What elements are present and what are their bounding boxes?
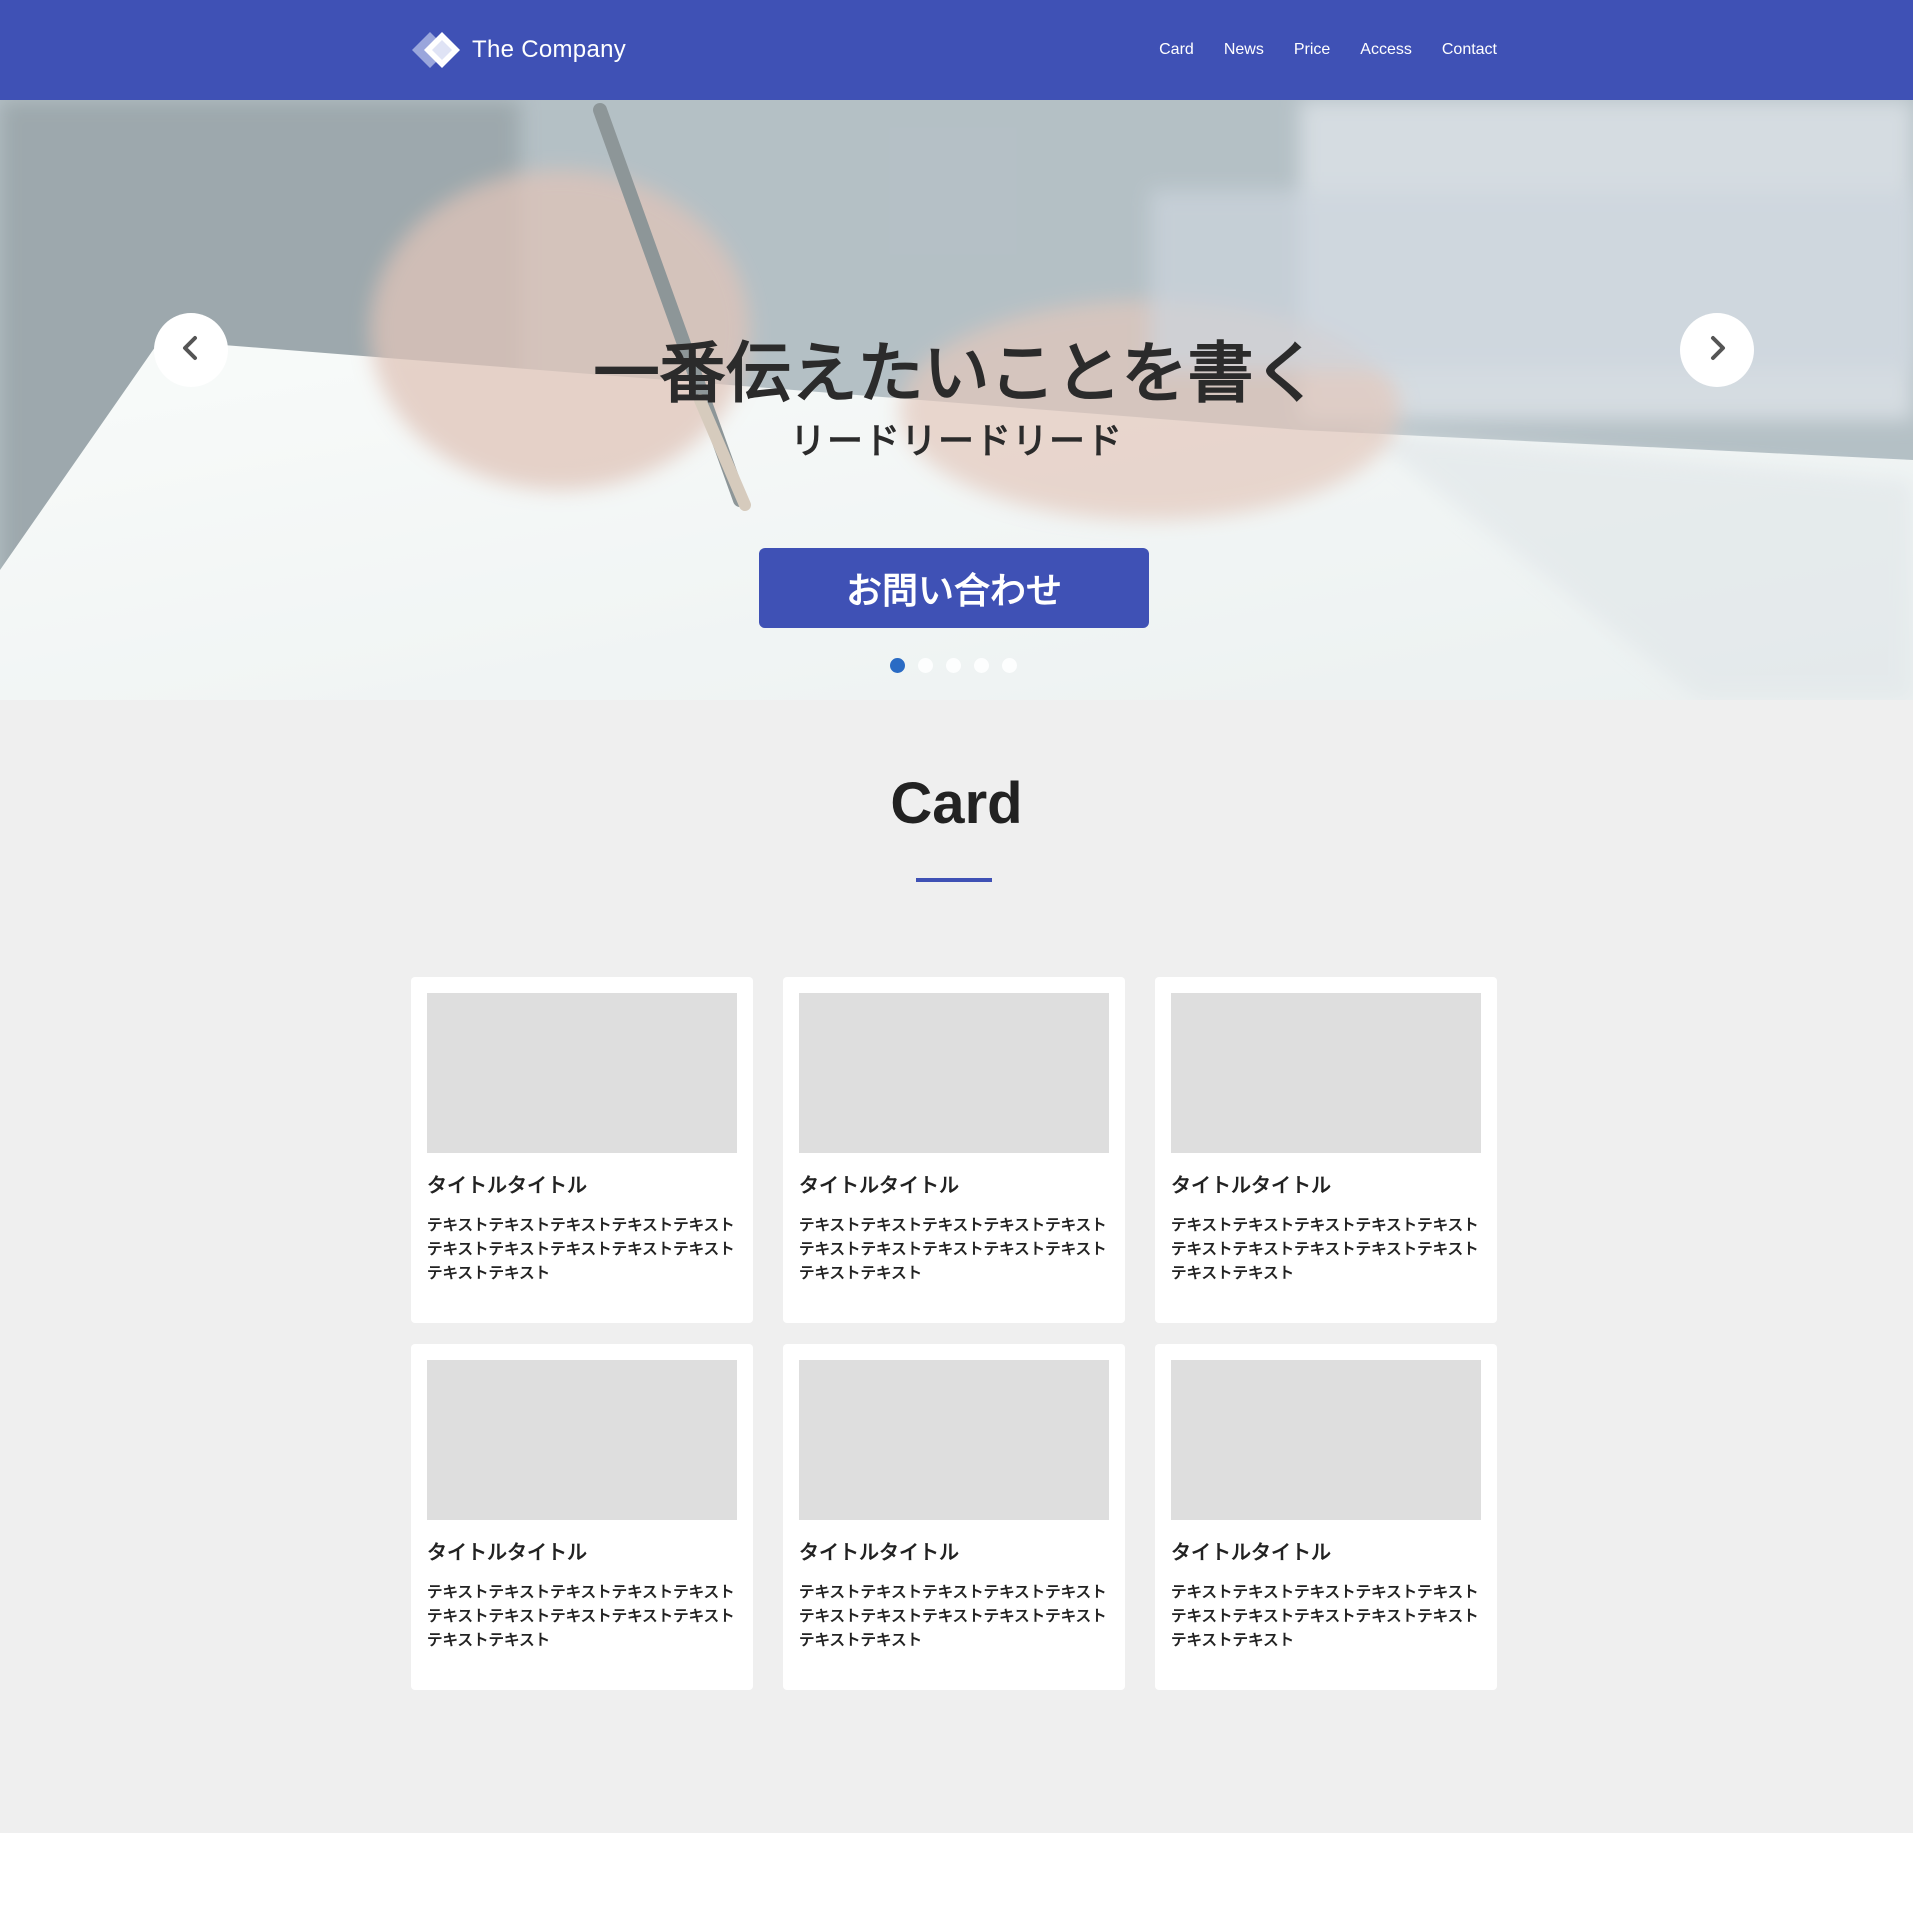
logo[interactable]: The Company bbox=[410, 28, 626, 72]
card-title: タイトルタイトル bbox=[427, 1173, 587, 1197]
card-image-placeholder bbox=[799, 1360, 1109, 1520]
card-image-placeholder bbox=[1171, 993, 1481, 1153]
card-text: テキストテキストテキストテキストテキストテキストテキストテキストテキストテキスト… bbox=[1171, 1583, 1479, 1649]
section-title: Card bbox=[890, 771, 1023, 836]
diamond-logo-icon bbox=[410, 28, 468, 72]
card-item[interactable]: タイトルタイトル テキストテキストテキストテキストテキストテキストテキストテキス… bbox=[1155, 1344, 1497, 1690]
card-image-placeholder bbox=[427, 1360, 737, 1520]
card-text: テキストテキストテキストテキストテキストテキストテキストテキストテキストテキスト… bbox=[799, 1583, 1107, 1649]
section-title-underline bbox=[916, 878, 992, 882]
hero-title: 一番伝えたいことを書く bbox=[593, 335, 1320, 412]
slider-pagination bbox=[890, 658, 1030, 673]
main-nav: Card News Price Access Contact bbox=[1129, 0, 1497, 100]
nav-news-link[interactable]: News bbox=[1224, 41, 1264, 59]
card-title: タイトルタイトル bbox=[799, 1173, 959, 1197]
nav-contact-link[interactable]: Contact bbox=[1442, 41, 1497, 59]
nav-access-link[interactable]: Access bbox=[1360, 41, 1412, 59]
slider-dot-2[interactable] bbox=[918, 658, 933, 673]
card-item[interactable]: タイトルタイトル テキストテキストテキストテキストテキストテキストテキストテキス… bbox=[783, 1344, 1125, 1690]
card-item[interactable]: タイトルタイトル テキストテキストテキストテキストテキストテキストテキストテキス… bbox=[411, 977, 753, 1323]
card-text: テキストテキストテキストテキストテキストテキストテキストテキストテキストテキスト… bbox=[427, 1216, 735, 1282]
card-item[interactable]: タイトルタイトル テキストテキストテキストテキストテキストテキストテキストテキス… bbox=[783, 977, 1125, 1323]
brand-name: The Company bbox=[472, 36, 627, 63]
nav-card-link[interactable]: Card bbox=[1159, 41, 1194, 59]
slider-dot-4[interactable] bbox=[974, 658, 989, 673]
card-image-placeholder bbox=[427, 993, 737, 1153]
site-header: The Company Card News Price Access Conta… bbox=[0, 0, 1913, 100]
card-image-placeholder bbox=[1171, 1360, 1481, 1520]
card-section: Card タイトルタイトル テキストテキストテキストテキストテキストテキストテキ… bbox=[0, 700, 1913, 1833]
slider-dot-1[interactable] bbox=[890, 658, 905, 673]
contact-cta-button[interactable]: お問い合わせ bbox=[759, 548, 1149, 628]
slider-dot-3[interactable] bbox=[946, 658, 961, 673]
card-text: テキストテキストテキストテキストテキストテキストテキストテキストテキストテキスト… bbox=[427, 1583, 735, 1649]
card-item[interactable]: タイトルタイトル テキストテキストテキストテキストテキストテキストテキストテキス… bbox=[1155, 977, 1497, 1323]
card-item[interactable]: タイトルタイトル テキストテキストテキストテキストテキストテキストテキストテキス… bbox=[411, 1344, 753, 1690]
card-text: テキストテキストテキストテキストテキストテキストテキストテキストテキストテキスト… bbox=[1171, 1216, 1479, 1282]
hero-slider: 一番伝えたいことを書く リードリードリード お問い合わせ bbox=[0, 100, 1913, 700]
card-text: テキストテキストテキストテキストテキストテキストテキストテキストテキストテキスト… bbox=[799, 1216, 1107, 1282]
hero-lead: リードリードリード bbox=[789, 421, 1123, 462]
card-image-placeholder bbox=[799, 993, 1109, 1153]
card-title: タイトルタイトル bbox=[427, 1540, 587, 1564]
card-title: タイトルタイトル bbox=[1171, 1173, 1331, 1197]
nav-price-link[interactable]: Price bbox=[1294, 41, 1330, 59]
card-title: タイトルタイトル bbox=[799, 1540, 959, 1564]
card-title: タイトルタイトル bbox=[1171, 1540, 1331, 1564]
slider-dot-5[interactable] bbox=[1002, 658, 1017, 673]
